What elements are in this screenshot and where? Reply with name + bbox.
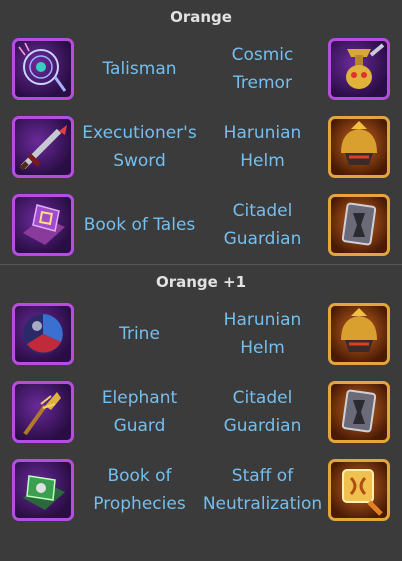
item-name: Citadel Guardian	[223, 388, 302, 436]
item-row: Trine Harunian Helm	[0, 295, 402, 373]
item-name: Harunian Helm	[223, 310, 302, 358]
item-row: Executioner's Sword Harunian Helm	[0, 108, 402, 186]
item-row: Talisman Cosmic Tremor	[0, 30, 402, 108]
book-of-prophecies-icon[interactable]	[12, 459, 74, 521]
talisman-icon[interactable]	[12, 38, 74, 100]
trine-icon[interactable]	[12, 303, 74, 365]
item-name: Trine	[119, 324, 160, 344]
item-row: Book of Prophecies Staff of Neutralizati…	[0, 451, 402, 529]
item-row: Book of Tales Citadel Guardian	[0, 186, 402, 264]
item-name: Book of Tales	[83, 215, 196, 235]
item-name: Cosmic Tremor	[231, 45, 294, 93]
item-name: Elephant Guard	[101, 388, 178, 436]
item-name: Talisman	[102, 59, 177, 79]
item-name: Staff of Neutralization	[202, 466, 323, 514]
item-name: Book of Prophecies	[93, 466, 186, 514]
section-title: Orange	[170, 8, 232, 26]
cosmic-tremor-icon[interactable]	[328, 38, 390, 100]
item-name: Harunian Helm	[223, 123, 302, 171]
harunian-helm-icon[interactable]	[328, 116, 390, 178]
section-title: Orange +1	[155, 273, 247, 291]
citadel-guardian-icon[interactable]	[328, 381, 390, 443]
section-orange-plus-1: Orange +1 Trine Harunian Helm Elephant G…	[0, 264, 402, 529]
citadel-guardian-icon[interactable]	[328, 194, 390, 256]
item-row: Elephant Guard Citadel Guardian	[0, 373, 402, 451]
staff-of-neutralization-icon[interactable]	[328, 459, 390, 521]
item-name: Citadel Guardian	[223, 201, 302, 249]
book-of-tales-icon[interactable]	[12, 194, 74, 256]
elephant-guard-icon[interactable]	[12, 381, 74, 443]
item-name: Executioner's Sword	[82, 123, 197, 171]
section-orange: Orange Talisman Cosmic Tremor Executione…	[0, 0, 402, 264]
harunian-helm-icon[interactable]	[328, 303, 390, 365]
executioners-sword-icon[interactable]	[12, 116, 74, 178]
